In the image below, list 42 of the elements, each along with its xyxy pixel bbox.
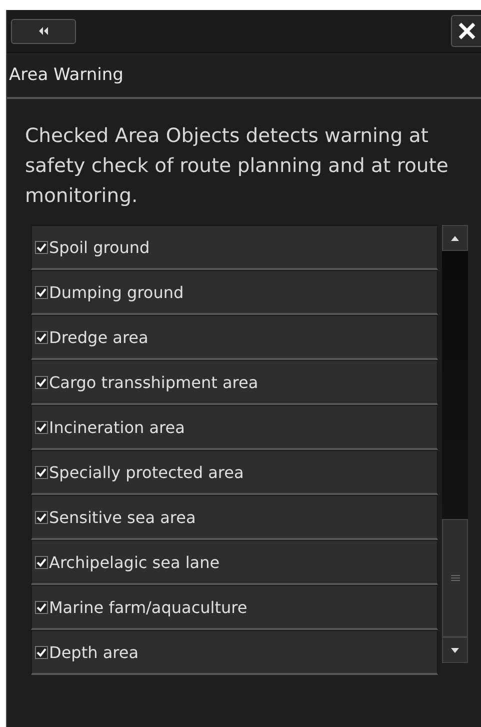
checkbox[interactable] <box>35 600 48 614</box>
grip-icon <box>450 575 460 581</box>
area-object-label: Incineration area <box>49 418 185 436</box>
scroll-up-button[interactable] <box>442 225 468 251</box>
area-object-label: Spoil ground <box>49 238 150 256</box>
area-object-row[interactable]: Depth area <box>31 630 438 675</box>
area-object-label: Sensitive sea area <box>49 508 196 526</box>
checkbox[interactable] <box>35 646 48 658</box>
area-object-label: Archipelagic sea lane <box>49 552 220 572</box>
checkbox[interactable] <box>35 330 48 344</box>
area-object-label: Cargo transshipment area <box>49 372 258 392</box>
close-icon <box>456 21 476 41</box>
area-object-row[interactable]: Sensitive sea area <box>31 495 438 540</box>
area-object-label: Depth area <box>49 642 138 662</box>
area-object-row[interactable]: Cargo transshipment area <box>31 360 438 405</box>
checkbox[interactable] <box>35 510 48 524</box>
checkbox[interactable] <box>35 556 48 568</box>
area-object-row[interactable]: Dumping ground <box>31 270 438 315</box>
checkbox[interactable] <box>35 420 48 434</box>
double-left-arrow-icon <box>38 27 48 35</box>
checkbox[interactable] <box>35 466 48 478</box>
checkbox[interactable] <box>35 286 48 298</box>
area-object-label: Marine farm/aquaculture <box>49 598 248 616</box>
area-object-label: Specially protected area <box>49 462 244 482</box>
area-object-row[interactable]: Marine farm/aquaculture <box>31 585 438 630</box>
area-object-row[interactable]: Incineration area <box>31 405 438 450</box>
area-object-label: Dumping ground <box>49 282 184 302</box>
checkbox[interactable] <box>35 376 48 388</box>
collapse-button[interactable] <box>11 18 76 44</box>
down-arrow-icon <box>451 648 459 652</box>
area-object-row[interactable]: Dredge area <box>31 315 438 360</box>
scroll-down-button[interactable] <box>442 637 468 663</box>
scroll-thumb[interactable] <box>442 519 468 637</box>
up-arrow-icon <box>451 236 459 240</box>
close-button[interactable] <box>451 15 481 47</box>
area-object-row[interactable]: Spoil ground <box>31 225 438 270</box>
description-text: Checked Area Objects detects warning at safety check of route planning and at route monitoring. <box>25 123 450 209</box>
checkbox[interactable] <box>35 240 48 254</box>
area-object-label: Dredge area <box>49 328 148 346</box>
area-object-row[interactable]: Specially protected area <box>31 450 438 495</box>
scrollbar[interactable] <box>442 225 468 663</box>
area-object-row[interactable]: Archipelagic sea lane <box>31 540 438 585</box>
